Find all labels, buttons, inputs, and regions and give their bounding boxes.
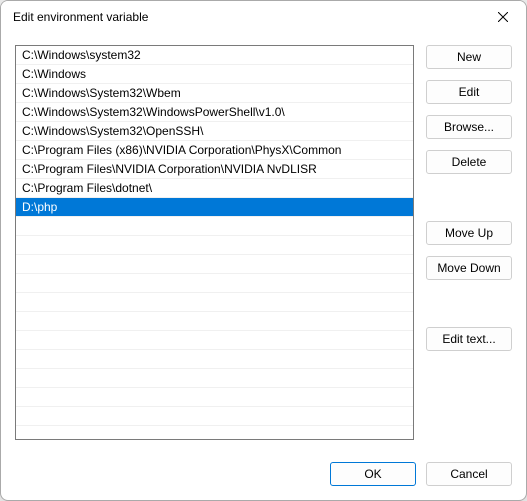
list-item[interactable]: C:\Windows\system32 [16, 46, 413, 65]
list-item[interactable] [16, 350, 413, 369]
list-item[interactable] [16, 388, 413, 407]
ok-button[interactable]: OK [330, 462, 416, 486]
list-item[interactable]: C:\Windows\System32\WindowsPowerShell\v1… [16, 103, 413, 122]
list-item[interactable]: C:\Windows\System32\Wbem [16, 84, 413, 103]
dialog-title: Edit environment variable [13, 10, 480, 24]
list-item[interactable]: C:\Program Files (x86)\NVIDIA Corporatio… [16, 141, 413, 160]
list-item[interactable] [16, 331, 413, 350]
list-item[interactable] [16, 407, 413, 426]
list-item[interactable]: D:\php [16, 198, 413, 217]
list-item[interactable] [16, 293, 413, 312]
list-item[interactable] [16, 274, 413, 293]
new-button[interactable]: New [426, 45, 512, 69]
cancel-button[interactable]: Cancel [426, 462, 512, 486]
titlebar: Edit environment variable [1, 1, 526, 33]
edit-env-var-dialog: Edit environment variable C:\Windows\sys… [0, 0, 527, 501]
path-list-inner: C:\Windows\system32 C:\Windows C:\Window… [16, 46, 413, 426]
edit-button[interactable]: Edit [426, 80, 512, 104]
move-up-button[interactable]: Move Up [426, 221, 512, 245]
list-item[interactable] [16, 236, 413, 255]
list-item[interactable]: C:\Windows [16, 65, 413, 84]
close-button[interactable] [480, 1, 526, 33]
bottom-button-row: OK Cancel [15, 448, 512, 486]
delete-button[interactable]: Delete [426, 150, 512, 174]
list-item[interactable]: C:\Program Files\dotnet\ [16, 179, 413, 198]
dialog-content: C:\Windows\system32 C:\Windows C:\Window… [1, 33, 526, 500]
side-button-column: New Edit Browse... Delete Move Up Move D… [426, 45, 512, 448]
list-item[interactable]: C:\Program Files\NVIDIA Corporation\NVID… [16, 160, 413, 179]
close-icon [498, 12, 508, 22]
list-item[interactable]: C:\Windows\System32\OpenSSH\ [16, 122, 413, 141]
list-item[interactable] [16, 369, 413, 388]
list-item[interactable] [16, 312, 413, 331]
browse-button[interactable]: Browse... [426, 115, 512, 139]
move-down-button[interactable]: Move Down [426, 256, 512, 280]
list-item[interactable] [16, 217, 413, 236]
edit-text-button[interactable]: Edit text... [426, 327, 512, 351]
path-listbox[interactable]: C:\Windows\system32 C:\Windows C:\Window… [15, 45, 414, 440]
main-row: C:\Windows\system32 C:\Windows C:\Window… [15, 45, 512, 448]
list-item[interactable] [16, 255, 413, 274]
